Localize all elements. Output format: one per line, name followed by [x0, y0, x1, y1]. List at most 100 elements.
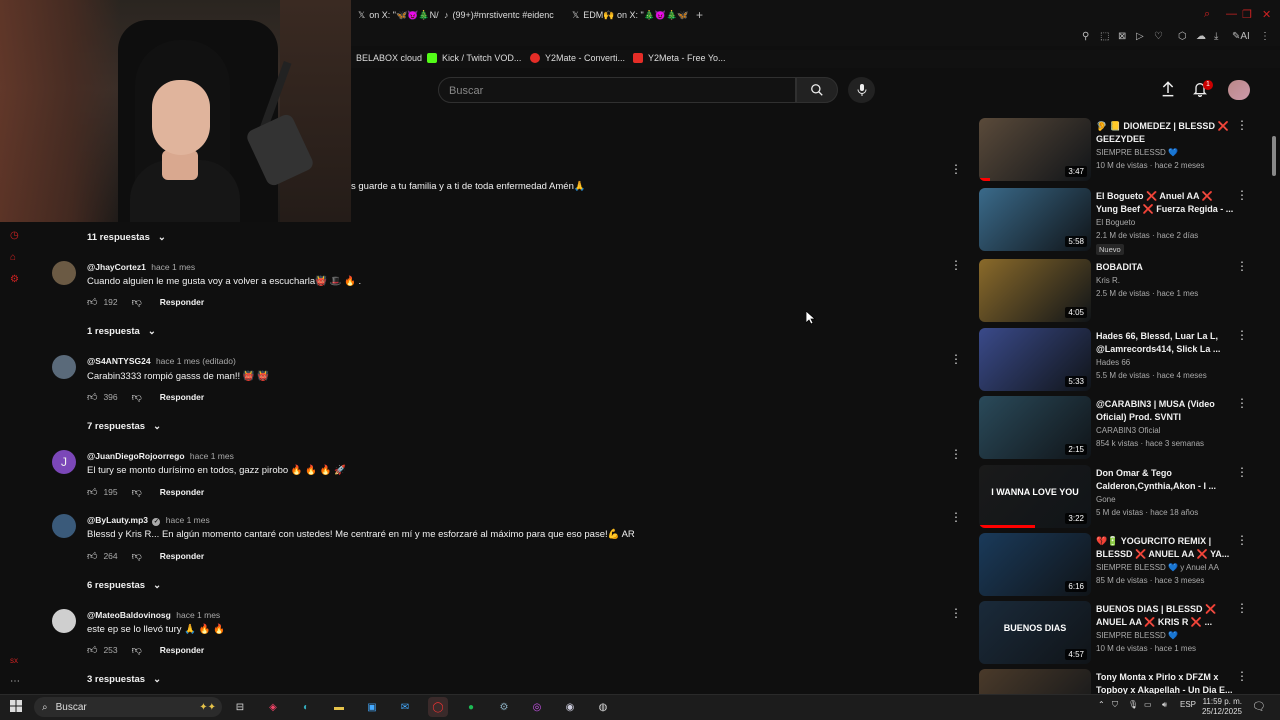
- file-explorer-icon[interactable]: ▬: [329, 697, 349, 717]
- rec-channel[interactable]: El Bogueto: [1096, 218, 1135, 227]
- cloud-download-icon[interactable]: ☁: [1196, 31, 1206, 42]
- heart-icon[interactable]: ♡: [1154, 31, 1163, 42]
- taskbar-search[interactable]: ⌕ Buscar ✦✦: [34, 697, 222, 717]
- rec-title[interactable]: Hades 66, Blessd, Luar La L, @Lamrecords…: [1096, 330, 1236, 356]
- like-icon[interactable]: 👍︎: [87, 550, 97, 562]
- rec-title[interactable]: 🦻 📒 DIOMEDEZ | BLESSD ❌ GEEZYDEE: [1096, 120, 1236, 146]
- rec-thumbnail[interactable]: 5:33: [979, 328, 1091, 391]
- rec-menu-button[interactable]: ⋮: [1236, 329, 1248, 341]
- comment-menu-button[interactable]: ⋮: [950, 353, 962, 365]
- rec-thumbnail[interactable]: I WANNA LOVE YOU 3:22: [979, 465, 1091, 528]
- windows-start-icon[interactable]: [10, 700, 22, 712]
- rec-thumbnail[interactable]: 5:58: [979, 188, 1091, 251]
- bookmark[interactable]: BELABOX cloud: [356, 53, 422, 63]
- comment-menu-button[interactable]: ⋮: [950, 448, 962, 460]
- browser-tab[interactable]: 𝕏 EDM🙌 on X: "🎄😈🎄🦋: [572, 6, 689, 24]
- bookmark[interactable]: Kick / Twitch VOD...: [427, 53, 521, 63]
- dislike-icon[interactable]: 👎︎: [132, 486, 142, 498]
- obs-icon[interactable]: ◉: [560, 697, 580, 717]
- rec-thumbnail[interactable]: 6:16: [979, 533, 1091, 596]
- reply-button[interactable]: Responder: [160, 297, 204, 307]
- comment-author[interactable]: @MateoBaldovinosg hace 1 mes: [87, 610, 220, 620]
- rec-thumbnail[interactable]: 4:05: [979, 259, 1091, 322]
- rec-title[interactable]: BUENOS DIAS | BLESSD ❌ ANUEL AA ❌ KRIS R…: [1096, 603, 1236, 629]
- task-view-icon[interactable]: ⊟: [230, 697, 250, 717]
- pin-icon[interactable]: ⚲: [1082, 31, 1089, 42]
- rec-menu-button[interactable]: ⋮: [1236, 119, 1248, 131]
- spotify-icon[interactable]: ●: [461, 697, 481, 717]
- bookmark[interactable]: Y2Mate - Converti...: [530, 53, 625, 63]
- opera-gx-icon[interactable]: ◯: [428, 697, 448, 717]
- rec-menu-button[interactable]: ⋮: [1236, 466, 1248, 478]
- rec-thumbnail[interactable]: 3:47: [979, 118, 1091, 181]
- puzzle-icon[interactable]: ⬡: [1178, 31, 1187, 42]
- rec-menu-button[interactable]: ⋮: [1236, 602, 1248, 614]
- discord-icon[interactable]: ◎: [527, 697, 547, 717]
- edge-icon[interactable]: ◐: [296, 697, 316, 717]
- security-icon[interactable]: ⛉: [1112, 700, 1118, 710]
- volume-icon[interactable]: 🔊︎: [1162, 700, 1167, 710]
- copilot-icon[interactable]: ◈: [263, 697, 283, 717]
- search-input[interactable]: [449, 83, 779, 99]
- replies-toggle[interactable]: 11 respuestas ⌄: [87, 232, 166, 243]
- scrollbar[interactable]: [1272, 136, 1276, 176]
- comment-menu-button[interactable]: ⋮: [950, 163, 962, 175]
- dislike-icon[interactable]: 👎︎: [132, 644, 142, 656]
- like-icon[interactable]: 👍︎: [87, 486, 97, 498]
- screenshot-icon[interactable]: ⬚: [1100, 31, 1109, 42]
- settings-icon[interactable]: ⚙: [10, 274, 19, 285]
- voice-search-button[interactable]: [848, 77, 875, 103]
- avatar[interactable]: [52, 514, 76, 538]
- dislike-icon[interactable]: 👎︎: [132, 391, 142, 403]
- rec-title[interactable]: @CARABIN3 | MUSA (Video Oficial) Prod. S…: [1096, 398, 1236, 424]
- rec-menu-button[interactable]: ⋮: [1236, 189, 1248, 201]
- minimize-button[interactable]: —: [1226, 8, 1237, 20]
- language-indicator[interactable]: ESP: [1180, 700, 1196, 709]
- new-tab-button[interactable]: +: [696, 8, 703, 22]
- comment-menu-button[interactable]: ⋮: [950, 607, 962, 619]
- avatar[interactable]: [52, 609, 76, 633]
- store-icon[interactable]: ▣: [362, 697, 382, 717]
- comment-author[interactable]: @JhayCortez1 hace 1 mes: [87, 262, 195, 272]
- steam-icon[interactable]: ⚙: [494, 697, 514, 717]
- comment-author[interactable]: @S4ANTYSG24 hace 1 mes (editado): [87, 356, 236, 366]
- reply-button[interactable]: Responder: [160, 645, 204, 655]
- comment-menu-button[interactable]: ⋮: [950, 511, 962, 523]
- rec-channel[interactable]: CARABIN3 Oficial: [1096, 426, 1160, 435]
- reply-button[interactable]: Responder: [160, 392, 204, 402]
- avatar[interactable]: [52, 355, 76, 379]
- replies-toggle[interactable]: 7 respuestas ⌄: [87, 421, 161, 432]
- search-button[interactable]: [796, 77, 838, 103]
- mail-icon[interactable]: ✉: [395, 697, 415, 717]
- reply-button[interactable]: Responder: [160, 551, 204, 561]
- sx-icon[interactable]: sx: [10, 656, 18, 665]
- search-tabs-icon[interactable]: ⌕: [1204, 8, 1210, 21]
- rec-channel[interactable]: SIEMPRE BLESSD 💙: [1096, 148, 1178, 157]
- display-icon[interactable]: ▭: [1144, 700, 1152, 709]
- rec-menu-button[interactable]: ⋮: [1236, 397, 1248, 409]
- system-clock[interactable]: 11:59 p. m. 25/12/2025: [1198, 697, 1242, 717]
- notification-center-icon[interactable]: 🗨︎: [1252, 700, 1266, 713]
- rec-menu-button[interactable]: ⋮: [1236, 260, 1248, 272]
- close-window-button[interactable]: ✕: [1262, 8, 1271, 21]
- account-avatar[interactable]: [1228, 80, 1250, 100]
- like-icon[interactable]: 👍︎: [87, 391, 97, 403]
- comment-menu-button[interactable]: ⋮: [950, 259, 962, 271]
- dislike-icon[interactable]: 👎︎: [132, 550, 142, 562]
- replies-toggle[interactable]: 6 respuestas ⌄: [87, 580, 161, 591]
- rec-title[interactable]: Don Omar & Tego Calderon,Cynthia,Akon - …: [1096, 467, 1236, 493]
- app-icon[interactable]: ◍: [593, 697, 613, 717]
- browser-tab[interactable]: ♪ (99+)#mrstiventc #eidenc: [444, 6, 554, 24]
- maximize-button[interactable]: ❐: [1242, 8, 1252, 21]
- chevron-up-icon[interactable]: ⌃: [1098, 700, 1105, 709]
- rec-menu-button[interactable]: ⋮: [1236, 534, 1248, 546]
- rec-channel[interactable]: Gone: [1096, 495, 1116, 504]
- ai-assistant-button[interactable]: ✎AI: [1232, 31, 1250, 42]
- browser-tab[interactable]: 𝕏 on X: "🦋😈🎄N/: [358, 6, 439, 24]
- reply-button[interactable]: Responder: [160, 487, 204, 497]
- avatar[interactable]: [52, 261, 76, 285]
- extension-icon[interactable]: ⊠: [1118, 31, 1126, 42]
- rec-channel[interactable]: SIEMPRE BLESSD 💙: [1096, 631, 1178, 640]
- like-icon[interactable]: 👍︎: [87, 644, 97, 656]
- rec-channel[interactable]: Kris R.: [1096, 276, 1120, 285]
